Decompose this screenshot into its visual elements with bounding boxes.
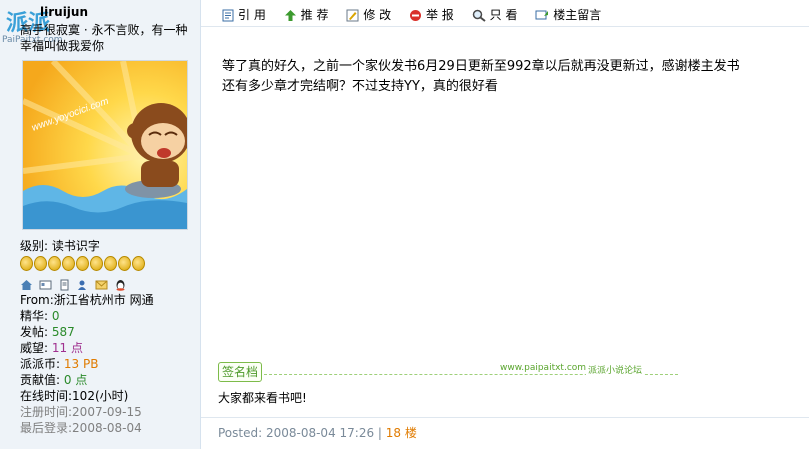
profile-actions — [20, 276, 198, 292]
add-friend-icon[interactable] — [76, 279, 89, 291]
profile-card-icon[interactable] — [39, 279, 52, 291]
from-row: From:浙江省杭州市 网通 — [20, 293, 154, 307]
recommend-label: 推 荐 — [300, 8, 329, 22]
toolbar-divider — [201, 26, 809, 27]
signature-header: 签名档 www.paipaitxt.com 派派小说论坛 — [218, 362, 688, 384]
only-view-label: 只 看 — [489, 8, 518, 22]
coins-value: 13 PB — [63, 357, 99, 371]
post-footer: Posted: 2008-08-04 17:26 | 18 楼 — [218, 424, 417, 441]
message-icon[interactable] — [95, 279, 108, 291]
medal-icon — [48, 256, 61, 271]
edit-button[interactable]: 修 改 — [346, 6, 391, 23]
level-row: 级别: 读书识字 — [20, 238, 198, 254]
report-button[interactable]: 举 报 — [409, 6, 454, 23]
magnifier-icon — [472, 9, 486, 22]
prestige-row: 威望: 11 点 — [20, 340, 198, 356]
contrib-row: 贡献值: 0 点 — [20, 372, 198, 388]
jinghua-row: 精华: 0 — [20, 308, 198, 324]
medal-icon — [90, 256, 103, 271]
jinghua-label: 精华: — [20, 309, 49, 323]
contrib-value: 0 点 — [63, 373, 88, 387]
contrib-label: 贡献值: — [20, 373, 61, 387]
owner-message-icon — [535, 10, 549, 20]
quote-icon — [222, 9, 234, 22]
medal-row — [20, 256, 198, 272]
author-panel: 派派 PaiPaitxt.com liruijun 高手很寂寞 · 永不言败，有… — [0, 0, 201, 449]
report-label: 举 报 — [425, 8, 454, 22]
medal-icon — [34, 256, 47, 271]
document-icon[interactable] — [58, 279, 71, 291]
quote-label: 引 用 — [238, 8, 266, 22]
medal-icon — [104, 256, 117, 271]
signature-forum-name[interactable]: 派派小说论坛 — [586, 363, 645, 376]
owner-message-button[interactable]: 楼主留言 — [535, 6, 601, 23]
recommend-icon — [284, 10, 296, 21]
coins-row: 派派币: 13 PB — [20, 356, 198, 372]
home-icon[interactable] — [20, 279, 33, 291]
level-value: 读书识字 — [51, 239, 100, 253]
last-login: 最后登录:2008-08-04 — [20, 421, 142, 435]
posts-value: 587 — [51, 325, 75, 339]
medal-icon — [132, 256, 145, 271]
post-body-line: 等了真的好久，之前一个家伙发书6月29日更新至992章以后就再没更新过，感谢楼主… — [222, 59, 740, 74]
author-username[interactable]: liruijun — [40, 5, 88, 19]
signature-tag: 签名档 — [218, 362, 262, 382]
author-signature: 高手很寂寞 · 永不言败，有一种幸福叫做我爱你 — [20, 23, 188, 53]
report-icon — [409, 10, 421, 21]
jinghua-value: 0 — [51, 309, 60, 323]
signature-text: 大家都来看书吧! — [218, 391, 307, 405]
register-date: 注册时间:2007-09-15 — [20, 405, 142, 419]
avatar-image: www.yoyocici.com — [23, 61, 187, 229]
avatar[interactable]: www.yoyocici.com — [22, 60, 188, 230]
post-body: 等了真的好久，之前一个家伙发书6月29日更新至992章以后就再没更新过，感谢楼主… — [222, 57, 792, 97]
prestige-label: 威望: — [20, 341, 49, 355]
medal-icon — [62, 256, 75, 271]
posted-time: Posted: 2008-08-04 17:26 | — [218, 426, 382, 440]
prestige-value: 11 点 — [51, 341, 83, 355]
online-time: 在线时间:102(小时) — [20, 389, 129, 403]
level-label: 级别: — [20, 239, 49, 253]
posts-label: 发帖: — [20, 325, 49, 339]
post-container: 派派 PaiPaitxt.com liruijun 高手很寂寞 · 永不言败，有… — [0, 0, 809, 449]
floor-link[interactable]: 18 楼 — [386, 426, 417, 440]
author-info: 级别: 读书识字 From:浙江省杭州市 网通 精华: 0 发帖: 587 威望… — [20, 238, 198, 436]
post-body-line: 还有多少章才完结啊？不过支持YY，真的很好看 — [222, 79, 498, 94]
coins-label: 派派币: — [20, 357, 61, 371]
owner-message-label: 楼主留言 — [553, 8, 602, 22]
edit-icon — [346, 9, 359, 22]
footer-divider — [201, 417, 809, 418]
quote-button[interactable]: 引 用 — [222, 6, 266, 23]
recommend-button[interactable]: 推 荐 — [284, 6, 329, 23]
posts-row: 发帖: 587 — [20, 324, 198, 340]
only-view-button[interactable]: 只 看 — [472, 6, 518, 23]
signature-site-url[interactable]: www.paipaitxt.com — [498, 363, 589, 373]
post-toolbar: 引 用 推 荐 修 改 举 报 只 看 楼主留言 — [222, 6, 615, 24]
medal-icon — [118, 256, 131, 271]
qq-icon[interactable] — [114, 279, 127, 291]
medal-icon — [20, 256, 33, 271]
medal-icon — [76, 256, 89, 271]
edit-label: 修 改 — [363, 8, 392, 22]
